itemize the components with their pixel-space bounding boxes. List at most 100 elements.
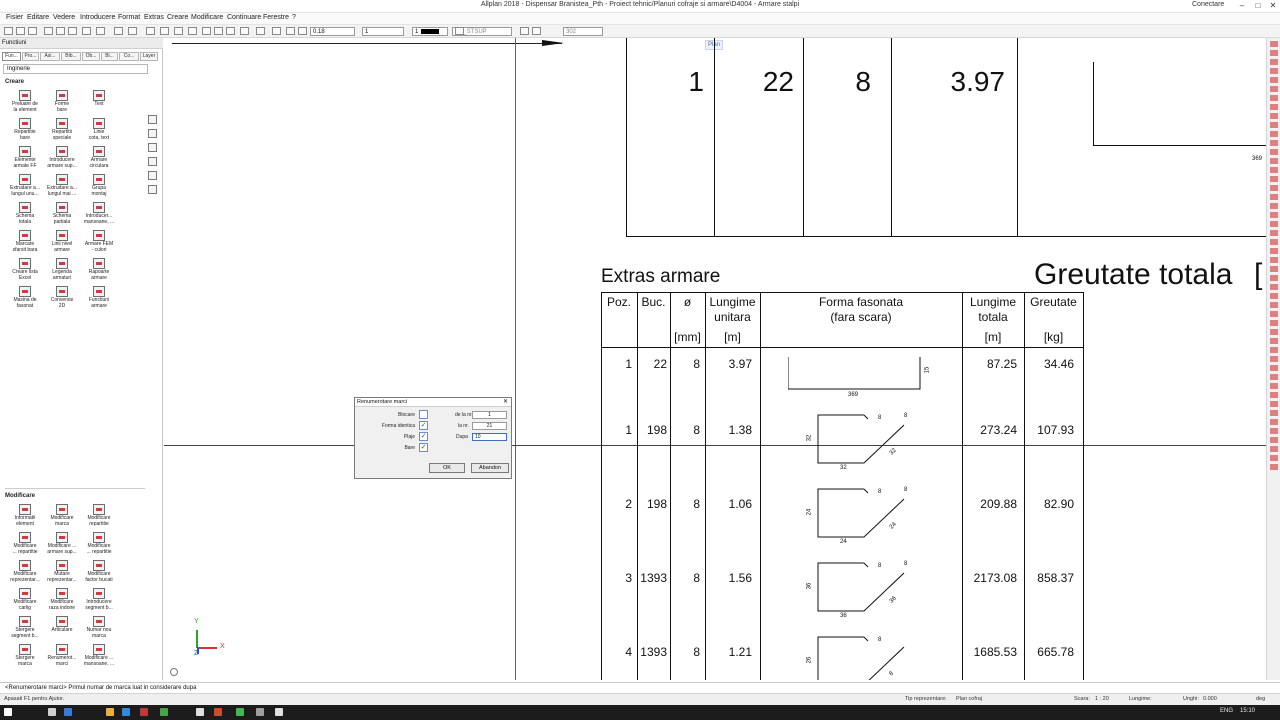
toolbar-tool-icon[interactable] bbox=[202, 27, 211, 35]
toolbar-tool-icon[interactable] bbox=[188, 27, 197, 35]
tool-tile[interactable]: Introducere armare sup... bbox=[43, 146, 81, 169]
tool-tile[interactable]: Stergere marca bbox=[6, 644, 44, 667]
side-tool-icon[interactable] bbox=[1269, 365, 1278, 371]
side-tool-icon[interactable] bbox=[1269, 95, 1278, 101]
tool-tile[interactable]: Modificare raza indoire bbox=[43, 588, 81, 611]
side-tool-icon[interactable] bbox=[1269, 113, 1278, 119]
taskbar-app-icon[interactable] bbox=[275, 708, 283, 716]
side-tool-icon[interactable] bbox=[1269, 230, 1278, 236]
start-menu-icon[interactable] bbox=[4, 708, 12, 716]
tool-tile[interactable]: Modificare repartitie bbox=[80, 504, 118, 527]
taskbar-app-icon[interactable] bbox=[214, 708, 222, 716]
side-tool-icon[interactable] bbox=[1269, 140, 1278, 146]
side-tool-icon[interactable] bbox=[1269, 356, 1278, 362]
tool-tile[interactable]: Armare circulara bbox=[80, 146, 118, 169]
tool-tile[interactable]: Modificare ... repartitie bbox=[6, 532, 44, 555]
toolbar-tool-icon[interactable] bbox=[240, 27, 249, 35]
tool-tile[interactable]: Legenda armaturi bbox=[43, 258, 81, 281]
side-tool-icon[interactable] bbox=[1269, 59, 1278, 65]
side-tool-icon[interactable] bbox=[1269, 104, 1278, 110]
menu-item[interactable]: Creare bbox=[167, 14, 188, 21]
toolbar-tool-icon[interactable] bbox=[114, 27, 123, 35]
tool-tile[interactable]: Schema partiala bbox=[43, 202, 81, 225]
tool-tile[interactable]: Modificare ... armare sup... bbox=[43, 532, 81, 555]
menu-item[interactable]: Vedere bbox=[53, 14, 75, 21]
side-tool-icon[interactable] bbox=[1269, 464, 1278, 470]
gear-icon[interactable] bbox=[170, 668, 178, 676]
taskbar-app-icon[interactable] bbox=[48, 708, 56, 716]
tool-tile[interactable]: Modificare reprezentar... bbox=[6, 560, 44, 583]
side-tool-icon[interactable] bbox=[1269, 302, 1278, 308]
drawing-canvas[interactable]: Plan 1 22 8 3.97 369 Extras armare Greut… bbox=[164, 38, 1266, 680]
taskbar-app-icon[interactable] bbox=[64, 708, 72, 716]
tool-tile[interactable]: Modificare marca bbox=[43, 504, 81, 527]
side-tool-icon[interactable] bbox=[148, 143, 157, 152]
side-tool-icon[interactable] bbox=[1269, 194, 1278, 200]
side-tool-icon[interactable] bbox=[1269, 149, 1278, 155]
tool-tile[interactable]: Introducer... mansoane, ... bbox=[80, 202, 118, 225]
lock-checkbox[interactable] bbox=[419, 410, 428, 419]
side-tool-icon[interactable] bbox=[1269, 347, 1278, 353]
side-tool-icon[interactable] bbox=[1269, 320, 1278, 326]
toolbar-tool-icon[interactable] bbox=[455, 27, 464, 35]
tool-tile[interactable]: Rapoarte armare bbox=[80, 258, 118, 281]
menu-item[interactable]: Introducere bbox=[80, 14, 115, 21]
side-tool-icon[interactable] bbox=[148, 171, 157, 180]
side-tool-icon[interactable] bbox=[1269, 77, 1278, 83]
tool-tile[interactable]: Schema totala bbox=[6, 202, 44, 225]
side-tool-icon[interactable] bbox=[1269, 383, 1278, 389]
tool-tile[interactable]: Renumerot... marci bbox=[43, 644, 81, 667]
menu-item[interactable]: Format bbox=[118, 14, 140, 21]
tool-tile[interactable]: Creare lista Excel bbox=[6, 258, 44, 281]
tool-tile[interactable]: Informatii element bbox=[6, 504, 44, 527]
side-tool-icon[interactable] bbox=[1269, 50, 1278, 56]
angle-value[interactable]: 0.000 bbox=[1203, 696, 1217, 702]
side-tool-icon[interactable] bbox=[148, 185, 157, 194]
line-type-select[interactable]: 1 bbox=[362, 27, 404, 36]
palette-tab[interactable]: Bi... bbox=[101, 52, 118, 61]
plane-checkbox[interactable]: ✓ bbox=[419, 432, 428, 441]
toolbar-tool-icon[interactable] bbox=[520, 27, 529, 35]
menu-item[interactable]: Ferestre bbox=[263, 14, 289, 21]
language-indicator[interactable]: ENG bbox=[1220, 708, 1233, 714]
tool-tile[interactable]: Modificare ... mansoane, ... bbox=[80, 644, 118, 667]
tool-tile[interactable]: Armare FEM - culori bbox=[80, 230, 118, 253]
side-tool-icon[interactable] bbox=[1269, 167, 1278, 173]
scale-select[interactable]: 302 bbox=[563, 27, 603, 36]
menu-item[interactable]: ? bbox=[292, 14, 296, 21]
side-tool-icon[interactable] bbox=[1269, 446, 1278, 452]
toolbar-tool-icon[interactable] bbox=[82, 27, 91, 35]
toolbar-tool-icon[interactable] bbox=[532, 27, 541, 35]
after-number-input[interactable]: 10 bbox=[472, 433, 507, 441]
toolbar-tool-icon[interactable] bbox=[68, 27, 77, 35]
toolbar-tool-icon[interactable] bbox=[4, 27, 13, 35]
tool-tile[interactable]: Mutare reprezentar... bbox=[43, 560, 81, 583]
minimize-button[interactable]: – bbox=[1236, 0, 1248, 12]
taskbar-app-icon[interactable] bbox=[256, 708, 264, 716]
tool-tile[interactable]: Functiuni armare bbox=[80, 286, 118, 309]
tool-tile[interactable]: Marcare sfarsit bara bbox=[6, 230, 44, 253]
tool-tile[interactable]: Repartitie bare bbox=[6, 118, 44, 141]
toolbar-tool-icon[interactable] bbox=[272, 27, 281, 35]
tool-tile[interactable]: Numar nou marca bbox=[80, 616, 118, 639]
side-tool-icon[interactable] bbox=[1269, 212, 1278, 218]
tool-tile[interactable]: Conversie 2D bbox=[43, 286, 81, 309]
taskbar-app-icon[interactable] bbox=[160, 708, 168, 716]
tool-tile[interactable]: Grupa montaj bbox=[80, 174, 118, 197]
side-tool-icon[interactable] bbox=[1269, 428, 1278, 434]
scale-value[interactable]: 1 : 20 bbox=[1095, 696, 1109, 702]
cancel-button[interactable]: Abandon bbox=[471, 463, 509, 473]
palette-tab[interactable]: Asi... bbox=[40, 52, 60, 61]
toolbar-tool-icon[interactable] bbox=[146, 27, 155, 35]
rep-type-value[interactable]: Plan cofraj bbox=[956, 696, 982, 702]
side-tool-icon[interactable] bbox=[148, 115, 157, 124]
tool-tile[interactable]: Articulare bbox=[43, 616, 81, 634]
tool-tile[interactable]: Preluare de la element bbox=[6, 90, 44, 113]
side-tool-icon[interactable] bbox=[1269, 86, 1278, 92]
tool-tile[interactable]: Introducere segment b... bbox=[80, 588, 118, 611]
toolbar-tool-icon[interactable] bbox=[298, 27, 307, 35]
connect-link[interactable]: Conectare bbox=[1192, 1, 1224, 8]
menu-item[interactable]: Continuare bbox=[227, 14, 261, 21]
color-select[interactable]: 1 bbox=[412, 27, 448, 36]
side-tool-icon[interactable] bbox=[1269, 239, 1278, 245]
